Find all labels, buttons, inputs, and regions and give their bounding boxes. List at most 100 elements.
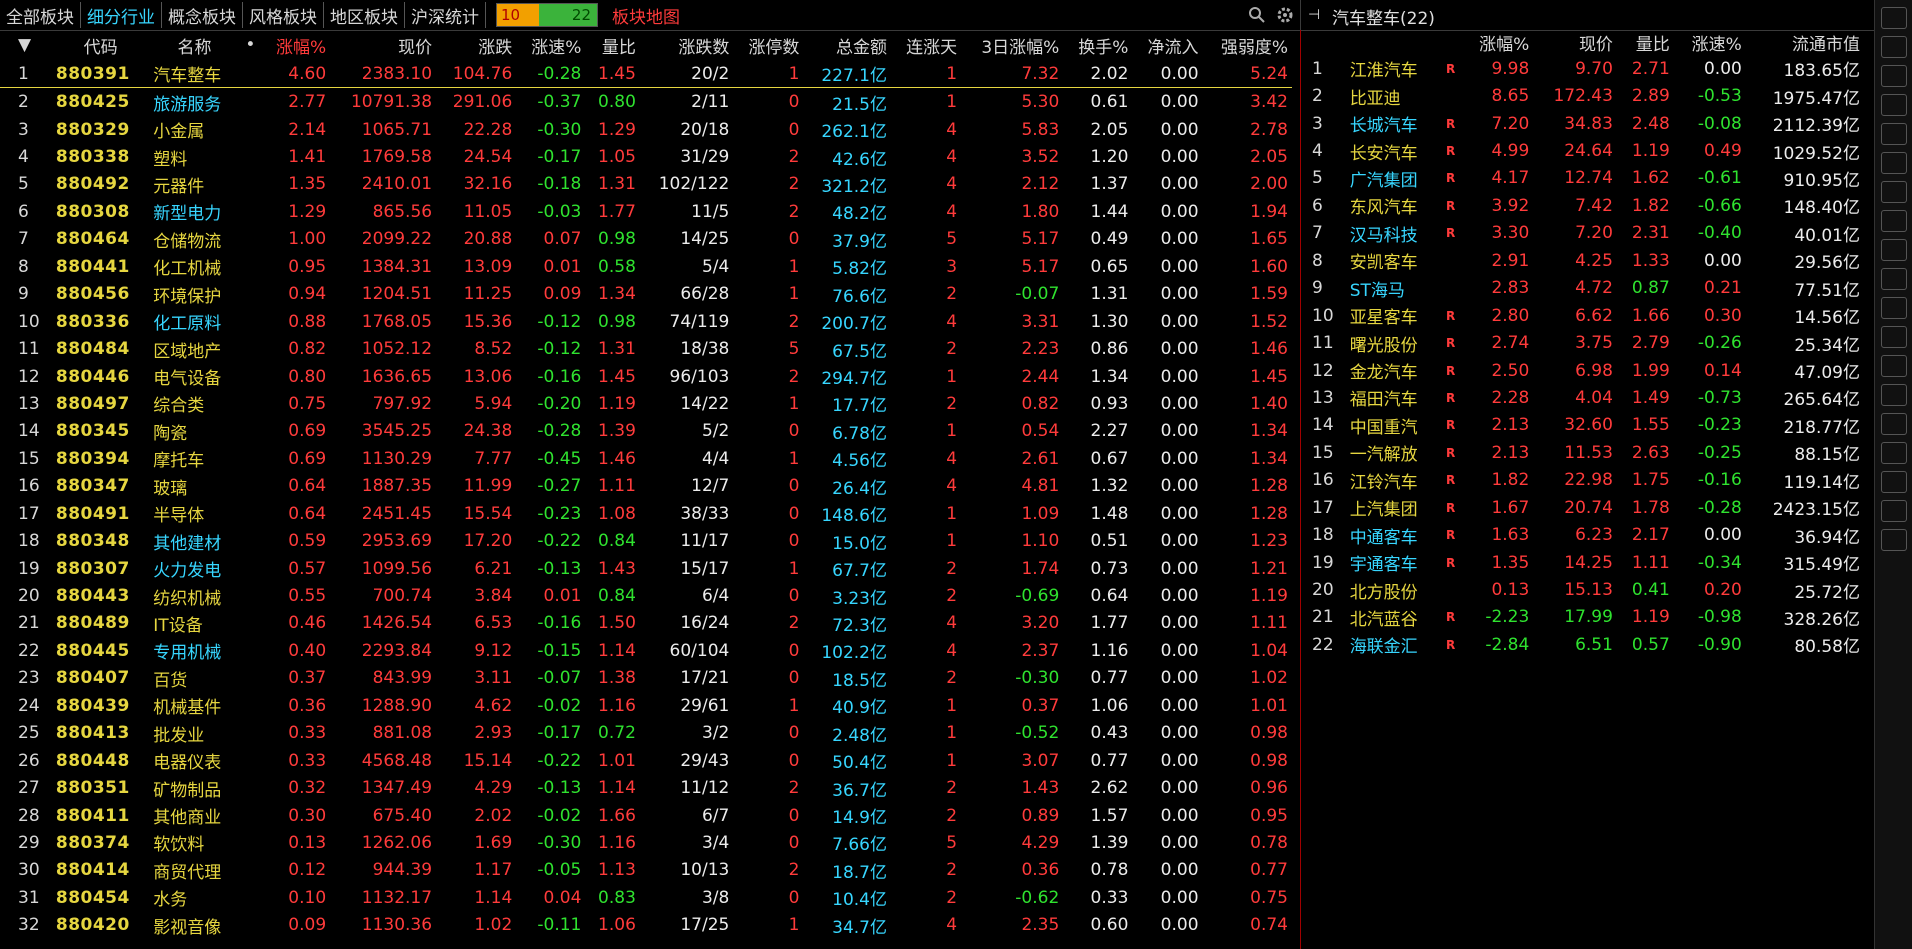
search-icon[interactable]	[1248, 6, 1266, 24]
column-header[interactable]: 总金额	[803, 30, 891, 60]
column-header[interactable]: 现价	[330, 30, 436, 60]
arrow-icon[interactable]	[1881, 36, 1907, 58]
f2-icon[interactable]	[1881, 297, 1907, 319]
book-icon[interactable]	[1881, 268, 1907, 290]
circle-icon[interactable]	[1881, 355, 1907, 377]
stock-row[interactable]: 10 亚星客车 R 2.80 6.62 1.66 0.30 14.56亿	[1304, 302, 1864, 329]
calendar-icon[interactable]	[1881, 239, 1907, 261]
table-row[interactable]: 24 880439 机械基件 0.36 1288.90 4.62 -0.02 1.16 29/6…	[0, 692, 1292, 719]
table-row[interactable]: 3 880329 小金属 2.14 1065.71 22.28 -0.30 1.29 20/18…	[0, 116, 1292, 143]
stock-row[interactable]: 3 长城汽车 R 7.20 34.83 2.48 -0.08 2112.39亿	[1304, 110, 1864, 137]
column-header[interactable]: 涨速%	[516, 30, 585, 60]
tab-2[interactable]: 概念板块	[162, 2, 243, 28]
table-row[interactable]: 27 880351 矿物制品 0.32 1347.49 4.29 -0.13 1.14 11/1…	[0, 774, 1292, 801]
table-row[interactable]: 29 880374 软饮料 0.13 1262.06 1.69 -0.30 1.16 3/4 0 7…	[0, 829, 1292, 856]
stock-row[interactable]: 7 汉马科技 R 3.30 7.20 2.31 -0.40 40.01亿	[1304, 220, 1864, 247]
table-row[interactable]: 2 880425 旅游服务 2.77 10791.38 291.06 -0.37 0.80 2/…	[0, 88, 1292, 116]
tab-0[interactable]: 全部板块	[0, 2, 81, 28]
tab-1[interactable]: 细分行业	[81, 2, 162, 28]
table-row[interactable]: 12 880446 电气设备 0.80 1636.65 13.06 -0.16 1.45 96/…	[0, 363, 1292, 390]
column-header[interactable]: 3日涨幅%	[961, 30, 1063, 60]
export-icon[interactable]	[1881, 471, 1907, 493]
column-header[interactable]: 现价	[1533, 30, 1617, 55]
table-row[interactable]: 22 880445 专用机械 0.40 2293.84 9.12 -0.15 1.14 60/1…	[0, 637, 1292, 664]
list-icon[interactable]	[1881, 181, 1907, 203]
table-row[interactable]: 4 880338 塑料 1.41 1769.58 24.54 -0.17 1.05 31/29 2…	[0, 143, 1292, 170]
tab-3[interactable]: 风格板块	[243, 2, 324, 28]
column-header[interactable]	[1346, 30, 1440, 55]
table-row[interactable]: 25 880413 批发业 0.33 881.08 2.93 -0.17 0.72 3/2 0 2.…	[0, 720, 1292, 747]
table-row[interactable]: 5 880492 元器件 1.35 2410.01 32.16 -0.18 1.31 102/1…	[0, 171, 1292, 198]
table-row[interactable]: 19 880307 火力发电 0.57 1099.56 6.21 -0.13 1.43 15/1…	[0, 555, 1292, 582]
table-row[interactable]: 1 880391 汽车整车 4.60 2383.10 104.76 -0.28 1.45 20/…	[0, 60, 1292, 89]
table-row[interactable]: 10 880336 化工原料 0.88 1768.05 15.36 -0.12 0.98 74/…	[0, 308, 1292, 335]
stock-row[interactable]: 2 比亚迪 8.65 172.43 2.89 -0.53 1975.47亿	[1304, 82, 1864, 109]
stock-row[interactable]: 15 一汽解放 R 2.13 11.53 2.63 -0.25 88.15亿	[1304, 439, 1864, 466]
line-chart-icon[interactable]	[1881, 123, 1907, 145]
column-header[interactable]: 连涨天	[891, 30, 961, 60]
pin-icon[interactable]: ⊣	[1308, 7, 1320, 23]
stock-row[interactable]: 20 北方股份 0.13 15.13 0.41 0.20 25.72亿	[1304, 576, 1864, 603]
stock-row[interactable]: 18 中通客车 R 1.63 6.23 2.17 0.00 36.94亿	[1304, 521, 1864, 548]
table-row[interactable]: 31 880454 水务 0.10 1132.17 1.14 0.04 0.83 3/8 0 10.…	[0, 884, 1292, 911]
table-row[interactable]: 8 880441 化工机械 0.95 1384.31 13.09 0.01 0.58 5/4 1 5…	[0, 253, 1292, 280]
column-header[interactable]: 量比	[585, 30, 640, 60]
table-row[interactable]: 13 880497 综合类 0.75 797.92 5.94 -0.20 1.19 14/22 1…	[0, 390, 1292, 417]
column-header[interactable]: 强弱度%	[1203, 30, 1292, 60]
column-header[interactable]: 涨跌	[436, 30, 516, 60]
column-header[interactable]: 量比	[1617, 30, 1674, 55]
column-header[interactable]: 流通市值	[1746, 30, 1864, 55]
column-header[interactable]: 涨幅%	[261, 30, 330, 60]
table-row[interactable]: 17 880491 半导体 0.64 2451.45 15.54 -0.23 1.08 38/3…	[0, 500, 1292, 527]
stock-row[interactable]: 17 上汽集团 R 1.67 20.74 1.78 -0.28 2423.15亿	[1304, 494, 1864, 521]
table-row[interactable]: 9 880456 环境保护 0.94 1204.51 11.25 0.09 1.34 66/28…	[0, 281, 1292, 308]
table-row[interactable]: 26 880448 电器仪表 0.33 4568.48 15.14 -0.22 1.01 29/…	[0, 747, 1292, 774]
column-header[interactable]: 代码	[52, 30, 149, 60]
sort-toggle-icon[interactable]: ▼	[0, 30, 52, 60]
folder-icon[interactable]	[1881, 384, 1907, 406]
column-header[interactable]: 净流入	[1132, 30, 1202, 60]
stock-row[interactable]: 9 ST海马 2.83 4.72 0.87 0.21 77.51亿	[1304, 275, 1864, 302]
table-row[interactable]: 7 880464 仓储物流 1.00 2099.22 20.88 0.07 0.98 14/25…	[0, 226, 1292, 253]
column-header[interactable]: •	[240, 30, 261, 60]
column-header[interactable]: 涨停数	[733, 30, 803, 60]
f10-icon[interactable]	[1881, 210, 1907, 232]
transfer-icon[interactable]	[1881, 413, 1907, 435]
stock-row[interactable]: 5 广汽集团 R 4.17 12.74 1.62 -0.61 910.95亿	[1304, 165, 1864, 192]
sync-icon[interactable]	[1881, 442, 1907, 464]
stock-row[interactable]: 11 曙光股份 R 2.74 3.75 2.79 -0.26 25.34亿	[1304, 329, 1864, 356]
stock-row[interactable]: 12 金龙汽车 R 2.50 6.98 1.99 0.14 47.09亿	[1304, 357, 1864, 384]
table-row[interactable]: 28 880411 其他商业 0.30 675.40 2.02 -0.02 1.66 6/7 0 1…	[0, 802, 1292, 829]
tab-4[interactable]: 地区板块	[324, 2, 405, 28]
candlestick-icon[interactable]	[1881, 152, 1907, 174]
sector-map-link[interactable]: 板块地图	[612, 3, 680, 28]
stock-row[interactable]: 4 长安汽车 R 4.99 24.64 1.19 0.49 1029.52亿	[1304, 137, 1864, 164]
stock-row[interactable]: 8 安凯客车 2.91 4.25 1.33 0.00 29.56亿	[1304, 247, 1864, 274]
table-row[interactable]: 32 880420 影视音像 0.09 1130.36 1.02 -0.11 1.06 17/2…	[0, 912, 1292, 939]
table-row[interactable]: 21 880489 IT设备 0.46 1426.54 6.53 -0.16 1.50 16/2…	[0, 610, 1292, 637]
table-row[interactable]: 30 880414 商贸代理 0.12 944.39 1.17 -0.05 1.13 10/13…	[0, 857, 1292, 884]
column-header[interactable]: 换手%	[1063, 30, 1132, 60]
stock-row[interactable]: 22 海联金汇 R -2.84 6.51 0.57 -0.90 80.58亿	[1304, 631, 1864, 658]
stock-row[interactable]: 14 中国重汽 R 2.13 32.60 1.55 -0.23 218.77亿	[1304, 412, 1864, 439]
table-row[interactable]: 18 880348 其他建材 0.59 2953.69 17.20 -0.22 0.84 11/…	[0, 527, 1292, 554]
stock-row[interactable]: 21 北汽蓝谷 R -2.23 17.99 1.19 -0.98 328.26亿	[1304, 604, 1864, 631]
scroll-up-icon[interactable]	[1881, 7, 1907, 29]
column-header[interactable]: 名称	[149, 30, 239, 60]
formula-icon[interactable]	[1881, 326, 1907, 348]
stock-row[interactable]: 1 江淮汽车 R 9.98 9.70 2.71 0.00 183.65亿	[1304, 55, 1864, 82]
table-row[interactable]: 6 880308 新型电力 1.29 865.56 11.05 -0.03 1.77 11/5 2…	[0, 198, 1292, 225]
table-row[interactable]: 20 880443 纺织机械 0.55 700.74 3.84 0.01 0.84 6/4 0 3.…	[0, 582, 1292, 609]
settings-icon[interactable]	[1881, 529, 1907, 551]
table-row[interactable]: 14 880345 陶瓷 0.69 3545.25 24.38 -0.28 1.39 5/2 0 6…	[0, 418, 1292, 445]
stock-row[interactable]: 6 东风汽车 R 3.92 7.42 1.82 -0.66 148.40亿	[1304, 192, 1864, 219]
column-header[interactable]: 涨速%	[1674, 30, 1746, 55]
refresh-icon[interactable]	[1881, 65, 1907, 87]
column-header[interactable]	[1440, 30, 1461, 55]
table-row[interactable]: 11 880484 区域地产 0.82 1052.12 8.52 -0.12 1.31 18/3…	[0, 335, 1292, 362]
stock-row[interactable]: 13 福田汽车 R 2.28 4.04 1.49 -0.73 265.64亿	[1304, 384, 1864, 411]
gear-icon[interactable]	[1276, 6, 1294, 24]
table-row[interactable]: 16 880347 玻璃 0.64 1887.35 11.99 -0.27 1.11 12/7 0…	[0, 473, 1292, 500]
stock-row[interactable]: 19 宇通客车 R 1.35 14.25 1.11 -0.34 315.49亿	[1304, 549, 1864, 576]
stock-row[interactable]: 16 江铃汽车 R 1.82 22.98 1.75 -0.16 119.14亿	[1304, 467, 1864, 494]
